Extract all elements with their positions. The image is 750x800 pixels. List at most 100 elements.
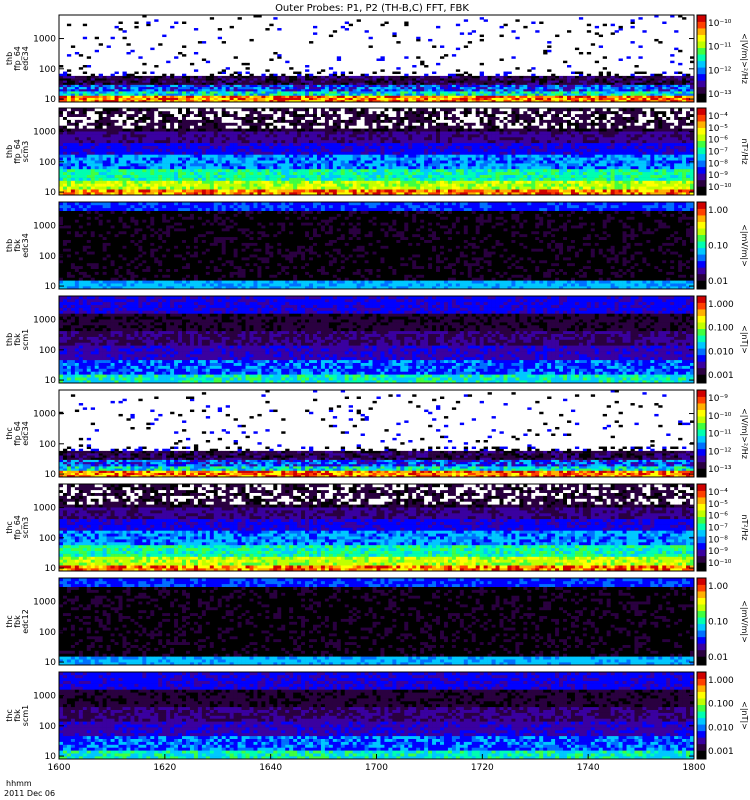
spectrogram-cells — [59, 296, 695, 384]
colorbar: 1.00 0.10 0.01 <|mV/m|> — [696, 201, 749, 290]
colorbar: 10⁻⁴ 10⁻⁵ 10⁻⁶ 10⁻⁷10⁻⁸ 10⁻⁹ 10⁻¹⁰ nT²/Hz — [696, 483, 749, 572]
colorbar: 10⁻¹⁰ 10⁻¹¹ 10⁻¹² 10⁻¹³ <|V/m|>²/Hz — [696, 14, 749, 103]
colorbar-tick-label: 10⁻¹² — [708, 447, 732, 457]
colorbar-tick-label: 0.001 — [708, 747, 734, 757]
y-tick-label: 10 — [45, 470, 57, 480]
colorbar: 10⁻⁹ 10⁻¹⁰ 10⁻¹¹ 10⁻¹² 10⁻¹³ <|V/m|>²/Hz — [696, 389, 749, 478]
panel-thb-fbk-scm1: 10 100 1000thbfbkscm1 1.000 0.100 0.010 0.001 <… — [5, 295, 749, 386]
spectrogram-cells — [59, 484, 695, 572]
colorbar-tick-label: 10⁻¹¹ — [708, 430, 732, 440]
colorbar-tick-label: 10⁻⁶ — [708, 136, 728, 146]
y-tick-label: 10 — [45, 188, 57, 198]
x-tick-label: 1600 — [48, 763, 71, 773]
y-tick-label: 100 — [39, 628, 56, 638]
panel-ylabel: thcfbkedc12 — [5, 609, 30, 634]
panel-thc-ffp_64-scm3: 101001000thcffp_64scm310⁻⁴10⁻⁵10⁻⁶10⁻⁷10… — [5, 483, 749, 574]
colorbar-tick-label: 0.01 — [708, 277, 728, 287]
y-tick-label: 1000 — [33, 692, 56, 702]
panel-thb-ffp_64-edc34: 101001000thbffp_64edc3410⁻¹⁰10⁻¹¹10⁻¹²10… — [5, 14, 749, 105]
panel-thc-fbk-scm1: 10 100 1000thcfbkscm1 1.000 0.100 0.010 0.001 <… — [5, 671, 749, 762]
footer-line1: hhmm — [6, 779, 32, 788]
colorbar: 1.000 0.100 0.010 0.001 <|nT|> — [696, 671, 749, 760]
colorbar-tick-label: 10⁻⁴ — [708, 112, 728, 122]
colorbar-tick-label: 10⁻¹³ — [708, 465, 732, 475]
panel-ylabel: thbfbkscm1 — [5, 329, 30, 350]
y-tick-label: 100 — [39, 722, 56, 732]
colorbar-tick-label: 10⁻¹⁰ — [708, 559, 732, 569]
panel-ylabel: thbffp_64edc34 — [5, 46, 30, 71]
spectrogram-cells — [59, 672, 695, 760]
colorbar-label: <|nT|> — [740, 325, 749, 354]
spectrogram-cells — [59, 578, 695, 666]
colorbar-tick-label: 0.010 — [708, 723, 734, 733]
figure-title: Outer Probes: P1, P2 (TH-B,C) FFT, FBK — [275, 3, 469, 14]
colorbar-label: <|V/m|>²/Hz — [740, 408, 749, 459]
y-tick-label: 10 — [45, 752, 57, 762]
y-tick-label: 100 — [39, 252, 56, 262]
colorbar-tick-label: 10⁻¹⁰ — [708, 19, 732, 29]
colorbar-tick-label: 0.10 — [708, 242, 728, 252]
y-tick-label: 100 — [39, 65, 56, 75]
panel-thc-fbk-edc12: 10 100 1000thcfbkedc12 1.00 0.10 0.01 <|mV/m|> — [5, 577, 749, 668]
x-tick-label: 1800 — [683, 763, 706, 773]
colorbar-tick-label: 10⁻⁴ — [708, 488, 728, 498]
colorbar-label: <|V/m|>²/Hz — [740, 33, 749, 84]
y-tick-label: 1000 — [33, 504, 56, 514]
y-tick-label: 10 — [45, 282, 57, 292]
panel-ylabel: thcffp_64edc34 — [5, 421, 30, 446]
panels-group: 101001000thbffp_64edc3410⁻¹⁰10⁻¹¹10⁻¹²10… — [5, 14, 749, 762]
colorbar-tick-label: 10⁻⁸ — [708, 535, 728, 545]
colorbar-tick-label: 1.00 — [708, 206, 728, 216]
footer-line2: 2011 Dec 06 — [4, 789, 55, 798]
colorbar-tick-label: 1.000 — [708, 676, 734, 686]
panel-thc-ffp_64-edc34: 101001000thcffp_64edc3410⁻⁹10⁻¹⁰10⁻¹¹10⁻… — [5, 389, 749, 480]
panel-thb-ffp_64-scm3: 101001000thbffp_64scm310⁻⁴10⁻⁵10⁻⁶10⁻⁷10… — [5, 107, 749, 198]
colorbar-tick-label: 0.100 — [708, 700, 734, 710]
colorbar-tick-label: 0.100 — [708, 324, 734, 334]
panel-ylabel: thbfbkedc34 — [5, 233, 30, 258]
colorbar-tick-label: 10⁻¹⁰ — [708, 412, 732, 422]
colorbar-tick-label: 10⁻¹⁰ — [708, 183, 732, 193]
colorbar-label: nT²/Hz — [740, 514, 749, 540]
colorbar-tick-label: 10⁻⁶ — [708, 512, 728, 522]
y-tick-label: 10 — [45, 376, 57, 386]
colorbar-tick-label: 0.010 — [708, 347, 734, 357]
x-tick-label: 1740 — [577, 763, 600, 773]
colorbar-tick-label: 0.01 — [708, 653, 728, 663]
y-tick-label: 100 — [39, 534, 56, 544]
colorbar-tick-label: 10⁻⁹ — [708, 394, 728, 404]
colorbar-label: <|mV/m|> — [740, 224, 749, 267]
spectrogram-cells — [59, 108, 695, 196]
colorbar-tick-label: 1.00 — [708, 582, 728, 592]
colorbar-tick-label: 10⁻⁹ — [708, 547, 728, 557]
y-tick-label: 1000 — [33, 128, 56, 138]
colorbar-tick-label: 10⁻⁹ — [708, 171, 728, 181]
x-tick-label: 1720 — [471, 763, 494, 773]
colorbar-tick-label: 1.000 — [708, 300, 734, 310]
colorbar-label: <|mV/m|> — [740, 600, 749, 643]
y-tick-label: 10 — [45, 564, 57, 574]
colorbar-label: nT²/Hz — [740, 138, 749, 164]
colorbar-tick-label: 10⁻¹¹ — [708, 43, 732, 53]
panel-ylabel: thbffp_64scm3 — [5, 139, 30, 164]
colorbar-label: <|nT|> — [740, 701, 749, 730]
colorbar-tick-label: 10⁻⁵ — [708, 124, 728, 134]
y-tick-label: 10 — [45, 95, 57, 105]
y-tick-label: 100 — [39, 346, 56, 356]
x-tick-label: 1620 — [153, 763, 176, 773]
colorbar-tick-label: 0.10 — [708, 618, 728, 628]
panel-ylabel: thcfbkscm1 — [5, 705, 30, 726]
colorbar: 1.00 0.10 0.01 <|mV/m|> — [696, 577, 749, 666]
colorbar-tick-label: 0.001 — [708, 371, 734, 381]
panel-thb-fbk-edc34: 10 100 1000thbfbkedc34 1.00 0.10 0.01 <|mV/m|> — [5, 201, 749, 292]
y-tick-label: 1000 — [33, 222, 56, 232]
x-tick-label: 1640 — [259, 763, 282, 773]
colorbar-tick-label: 10⁻¹³ — [708, 90, 732, 100]
x-tick-label: 1700 — [365, 763, 388, 773]
colorbar-tick-label: 10⁻⁷ — [708, 524, 728, 534]
spectrogram-cells — [59, 202, 695, 290]
y-tick-label: 100 — [39, 440, 56, 450]
colorbar: 1.000 0.100 0.010 0.001 <|nT|> — [696, 295, 749, 384]
spectrogram-figure: Outer Probes: P1, P2 (TH-B,C) FFT, FBK 1… — [4, 3, 749, 798]
y-tick-label: 100 — [39, 158, 56, 168]
